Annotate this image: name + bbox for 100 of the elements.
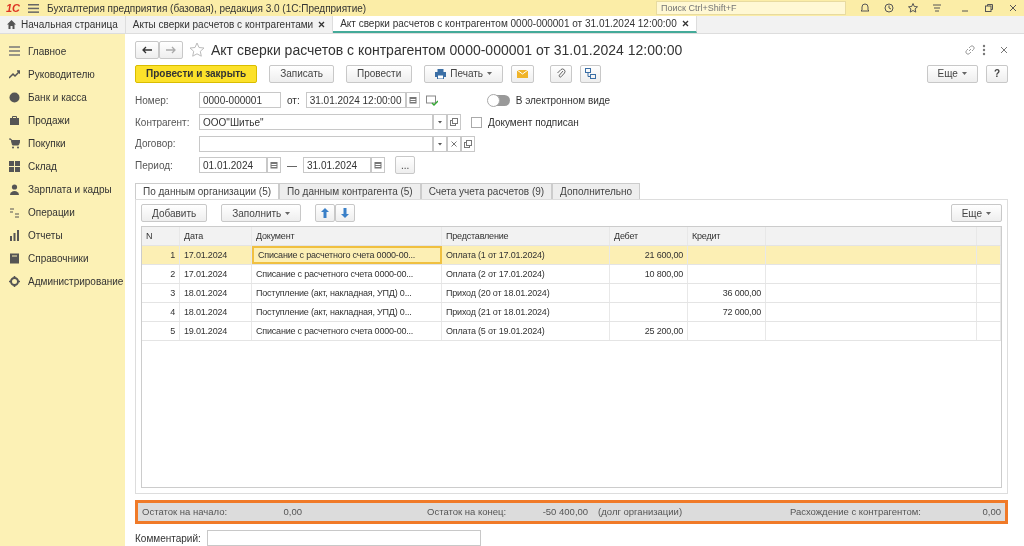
field-label: Комментарий: [135,531,201,546]
table-cell: Поступление (акт, накладная, УПД) 0... [252,303,442,322]
contract-field[interactable] [199,135,433,152]
dropdown-button[interactable] [433,135,447,152]
app-title: Бухгалтерия предприятия (базовая), редакция 3.0 (1С:Предприятие) [47,1,367,16]
table-row[interactable]: 3 18.01.2024 Поступление (акт, накладная, УПД) 0... Приход (20 от 18.01.2024) 36 000,00 [142,284,1001,304]
column-header[interactable]: Представление [442,227,610,246]
table-cell: 25 200,00 [610,322,688,341]
calendar-icon [270,161,278,170]
search-field[interactable]: Поиск Ctrl+Shift+F [656,1,846,15]
calendar-button[interactable] [267,157,281,174]
toggle-switch[interactable] [487,95,510,106]
caret-icon [285,211,291,215]
form-tab[interactable]: По данным контрагента (5) [279,183,421,200]
date-field[interactable]: 31.01.2024 12:00:00 [305,92,406,109]
table-cell: Поступление (акт, накладная, УПД) 0... [252,284,442,303]
table-cell: 72 000,00 [688,303,766,322]
number-field[interactable]: 0000-000001 [199,92,281,109]
form-tab[interactable]: Счета учета расчетов (9) [420,183,553,200]
form-title: Акт сверки расчетов с контрагентом 0000-000001 от 31.01.2024 12:00:00 [211,40,683,60]
field-label: Договор: [135,137,177,152]
link-icon[interactable] [964,44,976,56]
sidebar-item[interactable]: Зарплата и кадры [0,178,125,201]
star-icon[interactable] [189,42,205,58]
period-button[interactable]: ... [395,156,416,175]
print-button[interactable]: Печать [424,64,503,83]
open-icon [450,118,458,127]
sidebar-item[interactable]: Продажи [0,109,125,132]
history-icon[interactable] [884,3,894,13]
date-to-field[interactable]: 31.01.2024 [303,157,371,174]
document-check-icon[interactable] [425,95,438,106]
form-tab[interactable]: По данным организации (5) [135,183,280,200]
add-button[interactable]: Добавить [141,204,208,223]
open-button[interactable] [461,135,475,152]
structure-button[interactable] [580,64,601,83]
column-header[interactable]: Дебет [610,227,688,246]
field-label: Контрагент: [135,115,191,130]
counterparty-field[interactable]: ООО"Шитье" [199,114,433,131]
column-header[interactable]: Кредит [688,227,766,246]
close-icon[interactable] [318,21,326,28]
home-icon [7,20,16,29]
comment-field[interactable] [206,530,481,546]
table-row[interactable]: 4 18.01.2024 Поступление (акт, накладная, УПД) 0... Приход (21 от 18.01.2024) 72 000,00 [142,303,1001,323]
envelope-icon [517,69,528,78]
more-icon[interactable] [982,44,986,56]
table-cell: Приход (20 от 18.01.2024) [442,284,610,303]
calendar-button[interactable] [371,157,385,174]
table-cell: Оплата (2 от 17.01.2024) [442,265,610,284]
sidebar-item[interactable]: Отчеты [0,224,125,247]
table-cell: 18.01.2024 [180,284,252,303]
bell-icon[interactable] [860,3,870,13]
fill-button[interactable]: Заполнить [221,204,302,223]
toolbar-button[interactable]: Записать [269,64,334,83]
open-tab[interactable]: Акт сверки расчетов с контрагентом 0000-000001 от 31.01.2024 12:00:00 [333,16,697,33]
sidebar-item[interactable]: Руководителю [0,63,125,86]
table-cell: Оплата (5 от 19.01.2024) [442,322,610,341]
checkbox-label: Документ подписан [488,115,579,130]
sidebar-item[interactable]: Операции [0,201,125,224]
toolbar-button[interactable]: Провести [346,64,413,83]
paperclip-icon [556,68,566,80]
more-button[interactable]: Еще [950,204,1002,223]
table-row[interactable]: 5 19.01.2024 Списание с расчетного счета 0000-00... Оплата (5 от 19.01.2024) 25 200,00 [142,322,1001,342]
move-up-button[interactable] [315,204,336,223]
close-icon[interactable] [1008,3,1018,13]
grid-icon [9,161,20,172]
star-icon[interactable] [908,3,918,13]
attach-button[interactable] [550,64,572,83]
total-label: Остаток на начало: [142,505,229,519]
back-button[interactable] [135,41,159,59]
column-header[interactable]: N [142,227,180,246]
menu-icon[interactable] [28,3,40,13]
restore-icon[interactable] [984,3,994,13]
table-row[interactable]: 2 17.01.2024 Списание с расчетного счета 0000-00... Оплата (2 от 17.01.2024) 10 800,00 [142,265,1001,285]
sidebar-item[interactable]: Администрирование [0,270,125,293]
sidebar-item[interactable]: Банк и касса [0,86,125,109]
book-icon [9,253,20,264]
move-down-button[interactable] [335,204,356,223]
sidebar-item[interactable]: Справочники [0,247,125,270]
column-header[interactable]: Дата [180,227,252,246]
post-and-close-button[interactable]: Провести и закрыть [135,64,258,83]
total-label: Расхождение с контрагентом: [789,505,921,519]
close-icon[interactable] [681,20,689,27]
clear-button[interactable] [447,135,461,152]
column-header[interactable]: Документ [252,227,442,246]
table-cell: 19.01.2024 [180,322,252,341]
sidebar-item[interactable]: Главное [0,40,125,63]
help-button[interactable]: ? [985,64,1008,83]
open-tab[interactable]: Начальная страница [0,16,126,33]
open-button[interactable] [447,114,461,131]
table-cell: Списание с расчетного счета 0000-00... [252,246,442,265]
form-tab[interactable]: Дополнительно [552,183,641,200]
date-from-field[interactable]: 01.01.2024 [199,157,267,174]
more-button[interactable]: Еще [926,64,978,83]
sidebar-item[interactable]: Покупки [0,132,125,155]
checkbox[interactable] [471,116,482,128]
dropdown-button[interactable] [433,114,447,131]
forward-icon [166,46,176,54]
table-row[interactable]: 1 17.01.2024 Списание с расчетного счета 0000-00... Оплата (1 от 17.01.2024) 21 600,00 [142,246,1001,266]
sidebar-item[interactable]: Склад [0,155,125,178]
person-icon [9,184,20,195]
